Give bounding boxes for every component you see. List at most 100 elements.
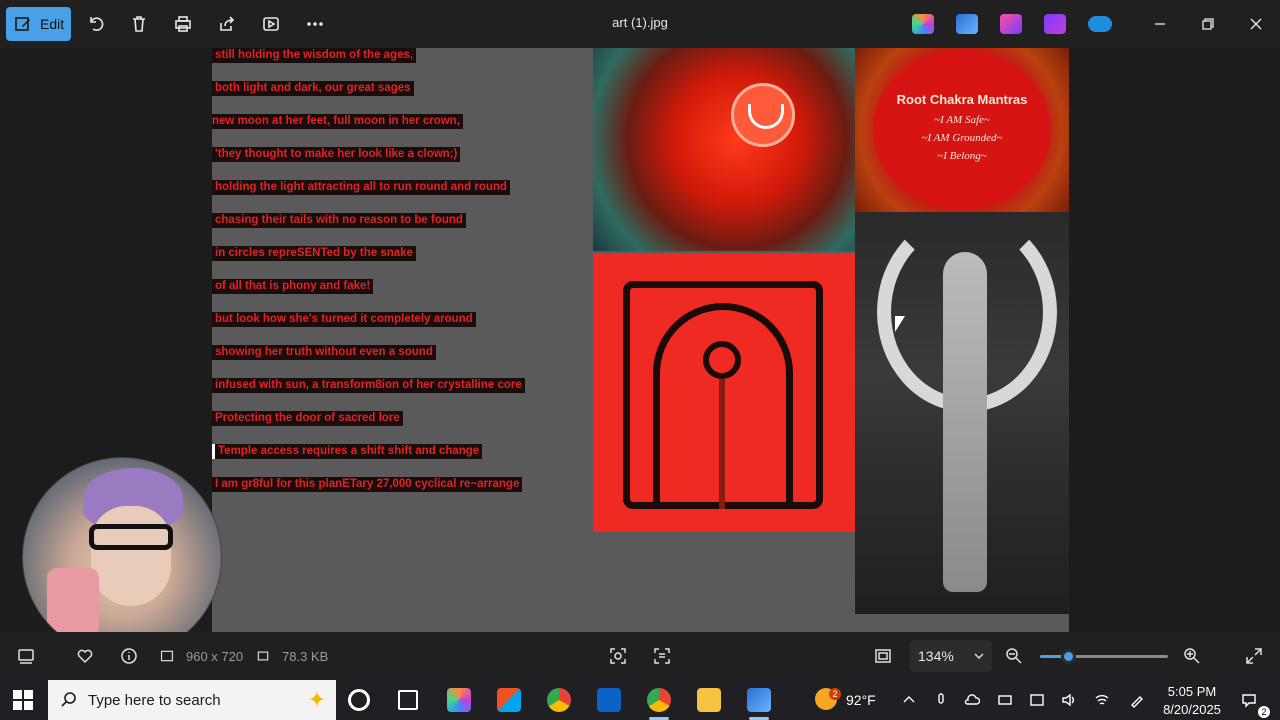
image-dimensions: 960 x 720 xyxy=(186,649,244,664)
window-title: art (1).jpg xyxy=(612,15,668,30)
root-chakra-symbol-icon xyxy=(731,83,795,147)
wifi-icon[interactable] xyxy=(1093,691,1111,709)
slideshow-icon[interactable] xyxy=(259,12,283,36)
fit-window-icon[interactable] xyxy=(873,646,893,666)
poem-line: chasing their tails with no reason to be… xyxy=(212,213,466,228)
restore-icon[interactable] xyxy=(1196,12,1220,36)
mantra-line: ~I Belong~ xyxy=(937,150,987,162)
woman-figure xyxy=(943,252,987,592)
info-icon[interactable] xyxy=(119,646,139,666)
taskbar-search-box[interactable]: Type here to search ✦ xyxy=(48,680,336,720)
minimize-icon[interactable] xyxy=(1148,12,1172,36)
zoom-slider-thumb[interactable] xyxy=(1061,649,1077,664)
weather-temp[interactable]: 92°F xyxy=(846,692,876,708)
task-view-icon[interactable] xyxy=(398,690,418,710)
mantra-image: Root Chakra Mantras ~I AM Safe~ ~I AM Gr… xyxy=(855,48,1069,212)
mantra-title: Root Chakra Mantras xyxy=(896,92,1028,107)
poem-line: Protecting the door of sacred lore xyxy=(212,411,403,426)
poem-line: Temple access requires a shift shift and… xyxy=(212,444,483,459)
title-bar: Edit art (1).jpg xyxy=(0,0,1280,48)
zoom-value: 134% xyxy=(918,648,954,664)
mantra-line: ~I AM Grounded~ xyxy=(921,132,1003,144)
taskbar: Type here to search ✦ 2 92°F 5:05 PM 8/2… xyxy=(0,680,1280,720)
rune-dot xyxy=(703,341,741,379)
poem-line: infused with sun, a transform8ion of her… xyxy=(212,378,525,393)
rune-symbol-image xyxy=(593,253,855,532)
webcam-overlay xyxy=(22,457,222,657)
webcam-glasses xyxy=(89,524,173,550)
copilot-icon[interactable] xyxy=(447,688,471,712)
clipchamp-icon[interactable] xyxy=(1044,14,1066,34)
poem-line: still holding the wisdom of the ages, xyxy=(212,48,417,63)
mouse-pointer-icon xyxy=(895,316,905,332)
storage-icon xyxy=(256,646,270,666)
poem-line: 'they thought to make her look like a cl… xyxy=(212,147,461,162)
volume-icon[interactable] xyxy=(1060,691,1078,709)
share-icon[interactable] xyxy=(215,12,239,36)
poem-line: new moon at her feet, full moon in her c… xyxy=(212,114,463,129)
clock-time[interactable]: 5:05 PM xyxy=(1160,684,1224,699)
chevron-down-icon xyxy=(974,653,984,659)
poem-line: showing her truth without even a sound xyxy=(212,345,436,360)
poem-line: in circles repreSENTed by the snake xyxy=(212,246,416,261)
file-explorer-icon[interactable] xyxy=(697,688,721,712)
file-size: 78.3 KB xyxy=(282,649,329,664)
chevron-up-icon[interactable] xyxy=(900,691,918,709)
clock-date[interactable]: 8/20/2025 xyxy=(1160,702,1224,717)
chrome-profile-icon[interactable] xyxy=(647,688,671,712)
edit-icon xyxy=(15,17,30,31)
notification-icon[interactable] xyxy=(1240,691,1258,709)
chrome-icon[interactable] xyxy=(547,688,571,712)
displayed-image: still holding the wisdom of the ages, bo… xyxy=(212,48,1069,632)
edit-button[interactable]: Edit xyxy=(6,7,71,41)
mantra-circle xyxy=(873,50,1051,210)
copilot-icon[interactable] xyxy=(912,14,934,34)
zoom-in-icon[interactable] xyxy=(1182,646,1202,666)
hibiscus-flower-image xyxy=(593,48,855,251)
microphone-icon[interactable] xyxy=(932,691,950,709)
designer-icon[interactable] xyxy=(1000,14,1022,34)
fullscreen-icon[interactable] xyxy=(1244,646,1264,666)
edit-label: Edit xyxy=(40,16,65,32)
poem-line: both light and dark, our great sages xyxy=(212,81,414,96)
webcam-face xyxy=(91,506,171,606)
cortana-icon[interactable] xyxy=(348,689,370,711)
weather-badge: 2 xyxy=(829,688,841,700)
search-highlight-icon: ✦ xyxy=(307,687,326,713)
status-bar: 960 x 720 78.3 KB 134% xyxy=(0,632,1280,680)
start-icon[interactable] xyxy=(12,689,34,711)
poem-line: I am gr8ful for this planETary 27,000 cy… xyxy=(212,477,523,492)
zoom-out-icon[interactable] xyxy=(1004,646,1024,666)
notification-count: 2 xyxy=(1258,706,1270,718)
onedrive-tray-icon[interactable] xyxy=(963,691,981,709)
zoom-slider[interactable] xyxy=(1040,649,1168,664)
filmstrip-icon[interactable] xyxy=(16,646,36,666)
visual-search-icon[interactable] xyxy=(608,646,628,666)
delete-icon[interactable] xyxy=(127,12,151,36)
pen-icon[interactable] xyxy=(1128,691,1146,709)
device-icon[interactable] xyxy=(996,691,1014,709)
scan-text-icon[interactable] xyxy=(652,646,672,666)
webcam-phone xyxy=(47,568,99,638)
close-icon[interactable] xyxy=(1244,12,1268,36)
poem-line: but look how she's turned it completely … xyxy=(212,312,476,327)
store-icon[interactable] xyxy=(497,688,521,712)
outlook-icon[interactable] xyxy=(597,688,621,712)
rune-stem xyxy=(719,379,725,509)
onedrive-icon[interactable] xyxy=(1088,16,1112,32)
more-icon[interactable] xyxy=(303,12,327,36)
photos-icon[interactable] xyxy=(747,688,771,712)
search-placeholder: Type here to search xyxy=(88,691,221,709)
favorite-icon[interactable] xyxy=(75,646,95,666)
moon-lady-photo xyxy=(855,212,1069,614)
mantra-line: ~I AM Safe~ xyxy=(934,114,990,126)
search-icon xyxy=(61,692,76,707)
print-icon[interactable] xyxy=(171,12,195,36)
poem-line: holding the light attracting all to run … xyxy=(212,180,510,195)
rotate-icon[interactable] xyxy=(84,12,108,36)
meet-icon[interactable] xyxy=(1028,691,1046,709)
photos-editor-icon[interactable] xyxy=(956,14,978,34)
image-dimensions-icon xyxy=(160,646,174,666)
poem-line: of all that is phony and fake! xyxy=(212,279,374,294)
zoom-dropdown[interactable]: 134% xyxy=(910,640,992,672)
